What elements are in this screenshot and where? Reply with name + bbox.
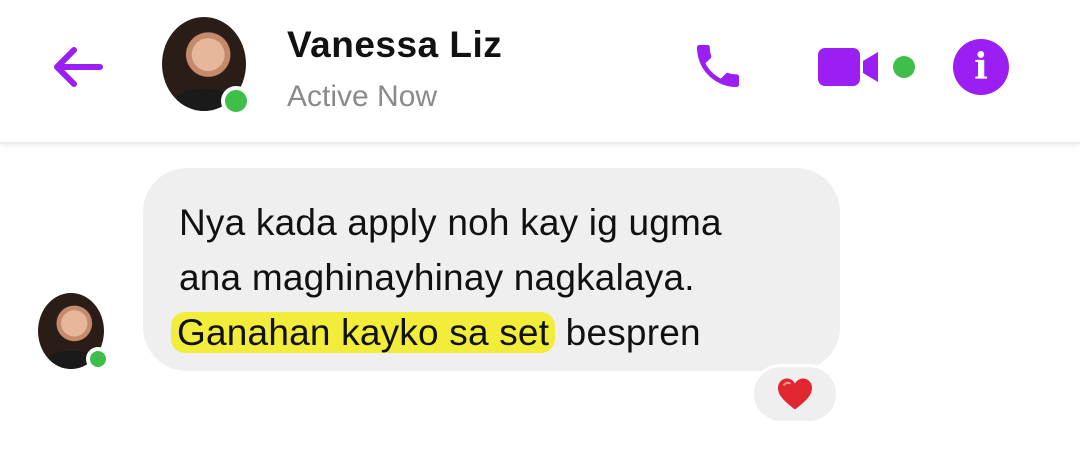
arrow-left-icon [54,47,103,87]
message-line: Nya kada apply noh kay ig ugma [179,202,722,243]
message-line: Ganahan kayko sa set bespren [171,305,810,360]
chat-header: Vanessa Liz Active Now i [0,0,1080,144]
video-active-dot [893,56,915,78]
message-reaction[interactable] [751,364,839,424]
message-text: bespren [555,312,701,353]
info-icon: i [974,46,988,88]
message-bubble[interactable]: Nya kada apply noh kay ig ugma ana maghi… [143,168,840,371]
online-status-dot [221,86,251,116]
back-button[interactable] [48,42,108,92]
video-camera-icon [818,48,878,86]
video-call-button[interactable] [816,44,884,90]
heart-icon [778,378,812,410]
highlighted-text: Ganahan kayko sa set [171,312,556,353]
contact-name[interactable]: Vanessa Liz [287,24,502,66]
active-status: Active Now [287,80,438,113]
phone-icon [697,45,739,87]
message-line: ana maghinayhinay nagkalaya. [179,257,695,298]
online-status-dot [86,347,110,371]
info-button[interactable]: i [953,39,1009,95]
voice-call-button[interactable] [690,38,746,94]
